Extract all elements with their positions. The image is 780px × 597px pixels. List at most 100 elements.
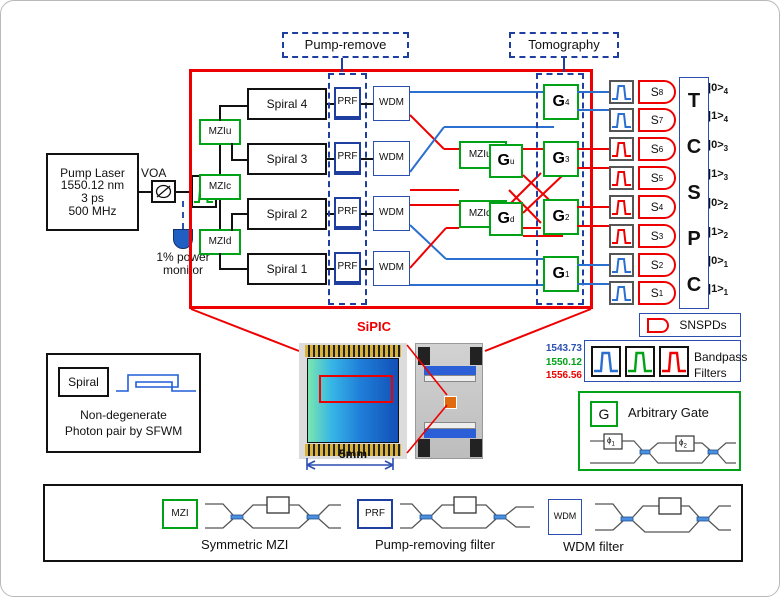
mzi-c-box[interactable]: MZIc bbox=[199, 174, 241, 200]
gate-u-label: G bbox=[497, 152, 510, 169]
snspd-1-sub: 1 bbox=[658, 288, 664, 298]
wdm-4-box[interactable]: WDM bbox=[373, 86, 410, 121]
snspd-7-sub: 7 bbox=[658, 115, 664, 125]
spiral-legend-icon: Spiral bbox=[58, 367, 109, 397]
voa-icon bbox=[151, 180, 176, 203]
prf-1-label: PRF bbox=[337, 261, 358, 273]
spiral-legend-caption-1: Non-degenerate bbox=[80, 408, 167, 422]
wire-laser-to-voa bbox=[139, 191, 151, 193]
wdm-legend-caption: WDM filter bbox=[563, 539, 624, 554]
mzi-u-label: MZIu bbox=[208, 125, 232, 137]
wdm-2-box[interactable]: WDM bbox=[373, 196, 410, 231]
wire-mziu-dn-h bbox=[231, 159, 247, 161]
wire-mzid-up-h bbox=[231, 213, 247, 215]
wire-mzic-mzid bbox=[219, 200, 221, 229]
bandpass-legend-caption: Bandpass Filters bbox=[694, 349, 747, 381]
gate-2-box[interactable]: G2 bbox=[543, 199, 579, 235]
wire-mziu-mzic bbox=[219, 145, 221, 174]
spiral-3-label: Spiral 3 bbox=[266, 151, 308, 166]
wire-mzid-dn-h bbox=[219, 268, 247, 270]
spiral-legend-icon-label: Spiral bbox=[68, 374, 99, 389]
prf-3-label: PRF bbox=[337, 151, 358, 163]
prf-2-box[interactable]: PRF bbox=[334, 197, 361, 230]
mzi-d-box[interactable]: MZId bbox=[199, 229, 241, 255]
tcspc-letter-1: C bbox=[686, 135, 702, 158]
bandpass-icon-blue bbox=[591, 346, 621, 377]
arbitrary-gate-panel: G Arbitrary Gate ϕ1 ϕ2 bbox=[578, 391, 741, 471]
output-filter-icon-2 bbox=[609, 253, 634, 277]
spiral-1-label: Spiral 1 bbox=[266, 261, 308, 276]
tomography-label: Tomography bbox=[528, 37, 600, 53]
gate-u-box[interactable]: Gu bbox=[489, 144, 523, 178]
snspd-5-sub: 5 bbox=[658, 173, 664, 183]
spiral-legend-caption-2: Photon pair by SFWM bbox=[64, 423, 183, 438]
pump-laser-box: Pump Laser 1550.12 nm 3 ps 500 MHz bbox=[46, 153, 139, 231]
spiral-legend-caption: Non-degenerate Photon pair by SFWM bbox=[48, 409, 199, 437]
wdm-3-box[interactable]: WDM bbox=[373, 141, 410, 176]
scale-bar-label: 5mm bbox=[338, 446, 367, 461]
output-filter-icon-3 bbox=[609, 224, 634, 248]
gate-4-sub: 4 bbox=[565, 97, 570, 107]
arbitrary-gate-title: Arbitrary Gate bbox=[628, 405, 709, 420]
prf-3-box[interactable]: PRF bbox=[334, 142, 361, 175]
snspd-3-label: S bbox=[650, 228, 659, 243]
snspd-2-sub: 2 bbox=[658, 260, 664, 270]
wdm-4-label: WDM bbox=[379, 97, 404, 109]
gate-to-filter-wires bbox=[577, 91, 611, 285]
snspd-3-sub: 3 bbox=[658, 231, 664, 241]
wdm-1-box[interactable]: WDM bbox=[373, 251, 410, 286]
tcspc-letter-3: P bbox=[687, 227, 701, 250]
tomography-callout: Tomography bbox=[509, 32, 619, 58]
pump-laser-line-2: 3 ps bbox=[81, 191, 104, 205]
wavelength-blue: 1543.73 bbox=[545, 343, 582, 354]
gate-1-box[interactable]: G1 bbox=[543, 256, 579, 292]
spiral-4-box: Spiral 4 bbox=[247, 88, 327, 120]
mzi-u-box[interactable]: MZIu bbox=[199, 119, 241, 145]
arbitrary-gate-phi1: ϕ1 bbox=[607, 436, 615, 448]
gate-3-sub: 3 bbox=[565, 154, 570, 164]
mzi-c-label: MZIc bbox=[208, 180, 232, 192]
output-filter-icon-4 bbox=[609, 195, 634, 219]
mzi-legend-schematic bbox=[205, 496, 341, 529]
snspd-4: S4 bbox=[638, 195, 676, 219]
spiral-4-label: Spiral 4 bbox=[266, 96, 308, 111]
gate-d-sub: d bbox=[510, 214, 515, 224]
prf-1-box[interactable]: PRF bbox=[334, 252, 361, 285]
snspd-legend-panel: SNSPDs bbox=[639, 313, 741, 337]
mzi-legend-icon-label: MZI bbox=[171, 507, 189, 519]
wire-mzid-up bbox=[231, 213, 233, 231]
gate-2-label: G bbox=[552, 208, 565, 225]
pump-laser-line-3: 500 MHz bbox=[68, 203, 117, 218]
gate-1-sub: 1 bbox=[565, 269, 570, 279]
snspd-5-label: S bbox=[650, 170, 659, 185]
prf-4-box[interactable]: PRF bbox=[334, 87, 361, 120]
gate-2-sub: 2 bbox=[565, 212, 570, 222]
spiral-1-box: Spiral 1 bbox=[247, 253, 327, 285]
snspd-7-label: S bbox=[650, 112, 659, 127]
mzi-legend-icon: MZI bbox=[162, 499, 198, 529]
gate-u-sub: u bbox=[510, 156, 515, 166]
snspd-8: S8 bbox=[638, 80, 676, 104]
spiral-3-box: Spiral 3 bbox=[247, 143, 327, 175]
snspd-1: S1 bbox=[638, 281, 676, 305]
prf-legend-icon-label: PRF bbox=[365, 507, 385, 519]
chip-roi-highlight bbox=[319, 375, 393, 403]
gate-4-box[interactable]: G4 bbox=[543, 84, 579, 120]
gate-d-box[interactable]: Gd bbox=[489, 202, 523, 236]
gate-3-label: G bbox=[552, 150, 565, 167]
snspd-4-label: S bbox=[650, 199, 659, 214]
snspd-2: S2 bbox=[638, 253, 676, 277]
snspd-8-label: S bbox=[650, 84, 659, 99]
output-filter-icon-5 bbox=[609, 166, 634, 190]
gate-3-box[interactable]: G3 bbox=[543, 141, 579, 177]
wire-mziu-up-h bbox=[219, 105, 247, 107]
bandpass-caption-1: Bandpass bbox=[694, 350, 748, 364]
prf-legend-icon: PRF bbox=[357, 499, 393, 529]
snspd-2-label: S bbox=[650, 257, 659, 272]
wdm-legend-icon: WDM bbox=[548, 499, 582, 535]
pump-remove-label: Pump-remove bbox=[304, 37, 387, 53]
mzi-legend-caption: Symmetric MZI bbox=[201, 537, 289, 552]
wire-mziu-up bbox=[219, 105, 221, 121]
output-filter-icon-6 bbox=[609, 137, 634, 161]
prf-4-label: PRF bbox=[337, 96, 358, 108]
